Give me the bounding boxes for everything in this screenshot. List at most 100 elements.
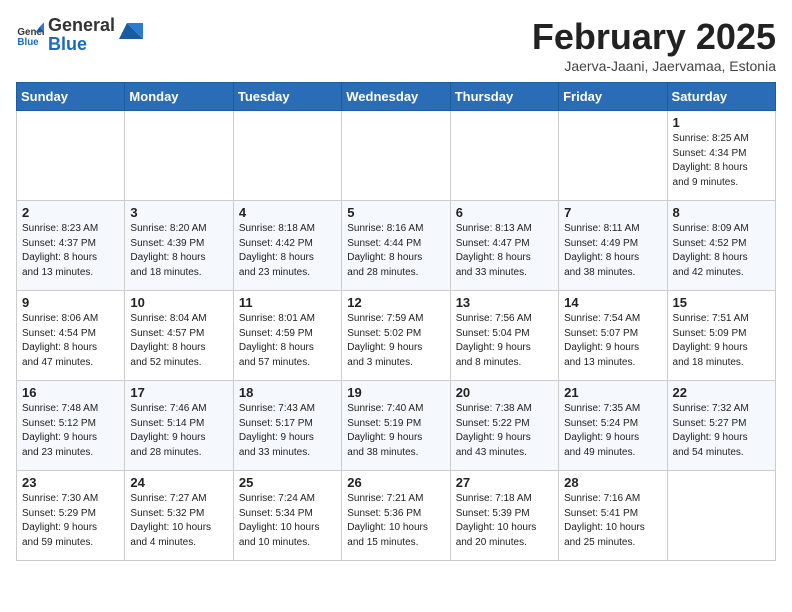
day-info: Sunrise: 7:48 AM Sunset: 5:12 PM Dayligh… [22,402,119,460]
day-info: Sunrise: 7:59 AM Sunset: 5:02 PM Dayligh… [347,312,444,370]
day-info: Sunrise: 7:24 AM Sunset: 5:34 PM Dayligh… [239,492,336,550]
calendar-day-cell: 11 Sunrise: 8:01 AM Sunset: 4:59 PM Dayli… [233,291,341,381]
day-number: 8 [673,205,770,220]
svg-text:Blue: Blue [17,37,39,48]
calendar-day-cell: 12Sunrise: 7:59 AM Sunset: 5:02 PM Dayli… [342,291,450,381]
logo: General Blue General Blue [16,16,143,54]
day-info: Sunrise: 8:23 AM Sunset: 4:37 PM Dayligh… [22,222,119,280]
day-number: 14 [564,295,661,310]
day-info: Sunrise: 8:11 AM Sunset: 4:49 PM Dayligh… [564,222,661,280]
calendar-day-cell: 25 Sunrise: 7:24 AM Sunset: 5:34 PM Dayli… [233,471,341,561]
day-number: 1 [673,115,770,130]
weekday-header-cell: Friday [559,83,667,111]
calendar-day-cell: 9 Sunrise: 8:06 AM Sunset: 4:54 PM Daylig… [17,291,125,381]
calendar-day-cell: 1Sunrise: 8:25 AM Sunset: 4:34 PM Daylig… [667,111,775,201]
day-number: 22 [673,385,770,400]
day-number: 13 [456,295,553,310]
day-info: Sunrise: 8:09 AM Sunset: 4:52 PM Dayligh… [673,222,770,280]
weekday-header-cell: Tuesday [233,83,341,111]
day-info: Sunrise: 8:04 AM Sunset: 4:57 PM Dayligh… [130,312,227,370]
title-area: February 2025 Jaerva-Jaani, Jaervamaa, E… [532,16,776,74]
logo-arrow-icon [119,23,143,47]
calendar-day-cell: 8 Sunrise: 8:09 AM Sunset: 4:52 PM Daylig… [667,201,775,291]
calendar-day-cell: 4 Sunrise: 8:18 AM Sunset: 4:42 PM Daylig… [233,201,341,291]
day-number: 20 [456,385,553,400]
day-number: 28 [564,475,661,490]
calendar-day-cell: 19 Sunrise: 7:40 AM Sunset: 5:19 PM Dayli… [342,381,450,471]
day-number: 21 [564,385,661,400]
day-number: 4 [239,205,336,220]
calendar-day-cell: 28 Sunrise: 7:16 AM Sunset: 5:41 PM Dayli… [559,471,667,561]
calendar-day-cell: 20 Sunrise: 7:38 AM Sunset: 5:22 PM Dayli… [450,381,558,471]
weekday-header-cell: Thursday [450,83,558,111]
day-info: Sunrise: 7:30 AM Sunset: 5:29 PM Dayligh… [22,492,119,550]
day-number: 17 [130,385,227,400]
weekday-header-row: SundayMondayTuesdayWednesdayThursdayFrid… [17,83,776,111]
day-info: Sunrise: 8:13 AM Sunset: 4:47 PM Dayligh… [456,222,553,280]
day-info: Sunrise: 7:38 AM Sunset: 5:22 PM Dayligh… [456,402,553,460]
calendar-day-cell: 16 Sunrise: 7:48 AM Sunset: 5:12 PM Dayli… [17,381,125,471]
day-info: Sunrise: 7:18 AM Sunset: 5:39 PM Dayligh… [456,492,553,550]
day-number: 2 [22,205,119,220]
calendar-title: February 2025 [532,16,776,58]
calendar-day-cell: 24 Sunrise: 7:27 AM Sunset: 5:32 PM Dayli… [125,471,233,561]
day-number: 10 [130,295,227,310]
logo-blue-text: Blue [48,34,87,54]
day-number: 24 [130,475,227,490]
calendar-day-cell: 6Sunrise: 8:13 AM Sunset: 4:47 PM Daylig… [450,201,558,291]
day-info: Sunrise: 8:01 AM Sunset: 4:59 PM Dayligh… [239,312,336,370]
calendar-day-cell [233,111,341,201]
day-number: 3 [130,205,227,220]
day-number: 18 [239,385,336,400]
day-number: 11 [239,295,336,310]
calendar-day-cell [559,111,667,201]
calendar-week-row: 2 Sunrise: 8:23 AM Sunset: 4:37 PM Daylig… [17,201,776,291]
day-number: 19 [347,385,444,400]
calendar-day-cell: 15 Sunrise: 7:51 AM Sunset: 5:09 PM Dayli… [667,291,775,381]
calendar-table: SundayMondayTuesdayWednesdayThursdayFrid… [16,82,776,561]
day-number: 25 [239,475,336,490]
day-info: Sunrise: 7:32 AM Sunset: 5:27 PM Dayligh… [673,402,770,460]
weekday-header-cell: Saturday [667,83,775,111]
calendar-day-cell: 3 Sunrise: 8:20 AM Sunset: 4:39 PM Daylig… [125,201,233,291]
calendar-day-cell: 2 Sunrise: 8:23 AM Sunset: 4:37 PM Daylig… [17,201,125,291]
day-info: Sunrise: 8:20 AM Sunset: 4:39 PM Dayligh… [130,222,227,280]
day-number: 16 [22,385,119,400]
day-info: Sunrise: 7:16 AM Sunset: 5:41 PM Dayligh… [564,492,661,550]
day-info: Sunrise: 7:27 AM Sunset: 5:32 PM Dayligh… [130,492,227,550]
day-info: Sunrise: 7:40 AM Sunset: 5:19 PM Dayligh… [347,402,444,460]
calendar-day-cell: 26 Sunrise: 7:21 AM Sunset: 5:36 PM Dayli… [342,471,450,561]
calendar-day-cell [342,111,450,201]
day-number: 5 [347,205,444,220]
day-info: Sunrise: 7:56 AM Sunset: 5:04 PM Dayligh… [456,312,553,370]
day-info: Sunrise: 7:35 AM Sunset: 5:24 PM Dayligh… [564,402,661,460]
weekday-header-cell: Wednesday [342,83,450,111]
logo-general-text: General [48,15,115,35]
day-info: Sunrise: 8:16 AM Sunset: 4:44 PM Dayligh… [347,222,444,280]
calendar-subtitle: Jaerva-Jaani, Jaervamaa, Estonia [532,58,776,74]
day-number: 7 [564,205,661,220]
calendar-day-cell [450,111,558,201]
calendar-day-cell: 27 Sunrise: 7:18 AM Sunset: 5:39 PM Dayli… [450,471,558,561]
day-info: Sunrise: 7:51 AM Sunset: 5:09 PM Dayligh… [673,312,770,370]
day-info: Sunrise: 7:21 AM Sunset: 5:36 PM Dayligh… [347,492,444,550]
calendar-week-row: 23 Sunrise: 7:30 AM Sunset: 5:29 PM Dayli… [17,471,776,561]
day-info: Sunrise: 8:18 AM Sunset: 4:42 PM Dayligh… [239,222,336,280]
day-number: 9 [22,295,119,310]
day-number: 27 [456,475,553,490]
header: General Blue General Blue February 2025 … [16,16,776,74]
calendar-day-cell [125,111,233,201]
weekday-header-cell: Sunday [17,83,125,111]
day-info: Sunrise: 7:54 AM Sunset: 5:07 PM Dayligh… [564,312,661,370]
calendar-week-row: 9 Sunrise: 8:06 AM Sunset: 4:54 PM Daylig… [17,291,776,381]
day-number: 26 [347,475,444,490]
day-info: Sunrise: 7:43 AM Sunset: 5:17 PM Dayligh… [239,402,336,460]
logo-icon: General Blue [16,21,44,49]
calendar-day-cell: 13 Sunrise: 7:56 AM Sunset: 5:04 PM Dayli… [450,291,558,381]
calendar-day-cell: 17 Sunrise: 7:46 AM Sunset: 5:14 PM Dayli… [125,381,233,471]
day-info: Sunrise: 8:06 AM Sunset: 4:54 PM Dayligh… [22,312,119,370]
day-number: 23 [22,475,119,490]
day-info: Sunrise: 7:46 AM Sunset: 5:14 PM Dayligh… [130,402,227,460]
day-number: 15 [673,295,770,310]
calendar-body: 1Sunrise: 8:25 AM Sunset: 4:34 PM Daylig… [17,111,776,561]
